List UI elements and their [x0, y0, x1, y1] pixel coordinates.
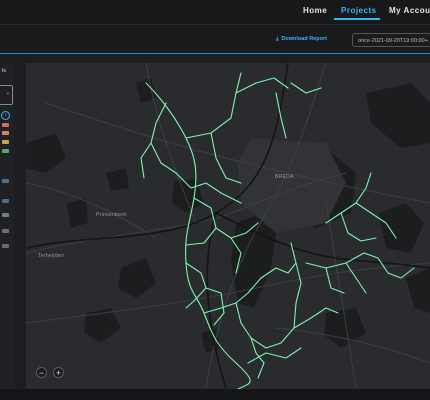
- nav-my-account[interactable]: My Account: [389, 6, 430, 15]
- legend-swatch: [2, 131, 9, 135]
- place-label: Terheijden: [38, 253, 65, 259]
- report-toolbar: ⤓ Download Report once-2021-09-20T19:00:0…: [0, 25, 430, 54]
- download-report-label: Download Report: [281, 36, 327, 42]
- bottom-strip: [0, 389, 430, 400]
- nav-home[interactable]: Home: [303, 6, 327, 15]
- legend-swatch: [2, 179, 9, 183]
- layer-select[interactable]: ⌄: [0, 85, 13, 105]
- map-view[interactable]: BREDA Prinsenbeek Terheijden − +: [26, 63, 430, 389]
- active-tab-indicator: [334, 18, 380, 20]
- legend-swatch: [2, 199, 9, 203]
- top-navigation: Home Projects My Account: [0, 0, 430, 25]
- city-label: BREDA: [275, 174, 294, 180]
- legend-swatch: [2, 123, 9, 127]
- legend-swatch: [2, 140, 9, 144]
- chevron-down-icon: ⌄: [5, 90, 10, 96]
- info-icon[interactable]: i: [1, 111, 10, 120]
- layers-panel: ls ⌄ i: [0, 63, 14, 389]
- place-label: Prinsenbeek: [96, 212, 128, 218]
- legend-swatch: [2, 149, 9, 153]
- legend-swatch: [2, 229, 9, 233]
- date-selector[interactable]: once-2021-09-20T19:00:00+...: [352, 33, 430, 47]
- panel-label: ls: [2, 68, 6, 74]
- nav-projects[interactable]: Projects: [341, 6, 377, 15]
- download-icon: ⤓: [276, 36, 279, 42]
- map-canvas: [26, 63, 430, 389]
- legend-swatch: [2, 244, 9, 248]
- map-landuse: [26, 78, 430, 353]
- zoom-out-button[interactable]: −: [36, 367, 47, 378]
- download-report-button[interactable]: ⤓ Download Report: [276, 36, 327, 43]
- zoom-in-button[interactable]: +: [53, 367, 64, 378]
- legend-swatch: [2, 213, 9, 217]
